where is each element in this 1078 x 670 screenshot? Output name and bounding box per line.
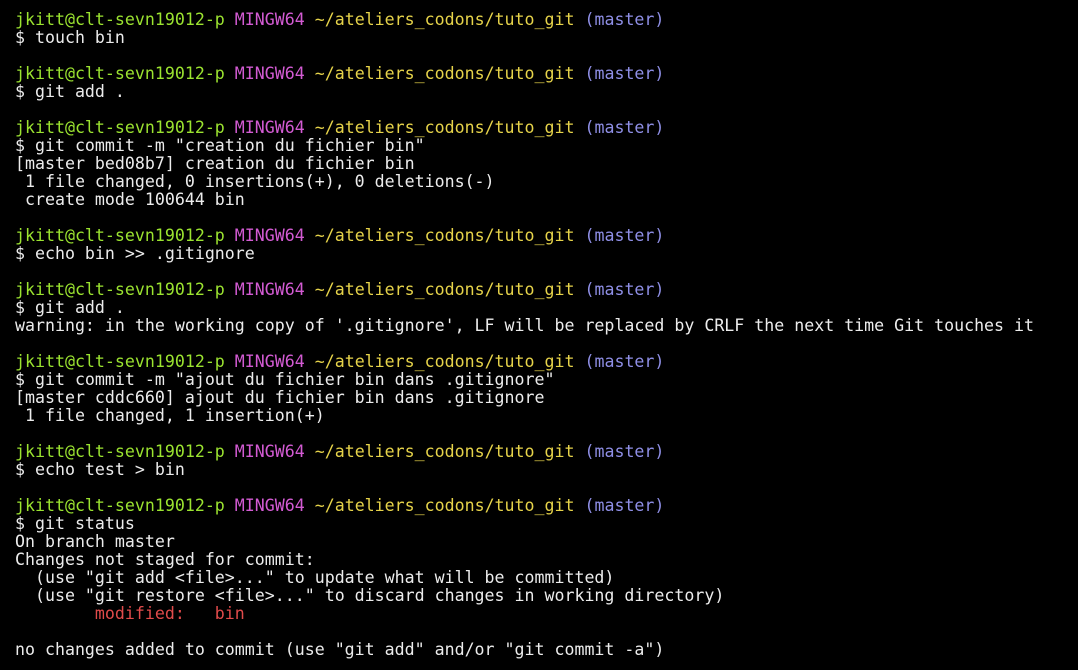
prompt-line: jkitt@clt-sevn19012-p MINGW64 ~/ateliers… (15, 227, 1078, 245)
prompt-branch: (master) (584, 280, 665, 299)
prompt-system: MINGW64 (234, 64, 305, 83)
prompt-line: jkitt@clt-sevn19012-p MINGW64 ~/ateliers… (15, 497, 1078, 515)
output-line: 1 file changed, 0 insertions(+), 0 delet… (15, 173, 1078, 191)
output-text: (use "git add <file>..." to update what … (15, 568, 615, 587)
prompt-system: MINGW64 (234, 10, 305, 29)
output-line: warning: in the working copy of '.gitign… (15, 317, 1078, 335)
prompt-user-host: jkitt@clt-sevn19012-p (15, 10, 225, 29)
prompt-system: MINGW64 (234, 352, 305, 371)
command-line: $ git commit -m "creation du fichier bin… (15, 137, 1078, 155)
prompt-system: MINGW64 (234, 442, 305, 461)
output-line: Changes not staged for commit: (15, 551, 1078, 569)
output-line: modified: bin (15, 605, 1078, 623)
command-text: $ git add . (15, 82, 125, 101)
prompt-path: ~/ateliers_codons/tuto_git (314, 352, 575, 371)
command-line: $ git commit -m "ajout du fichier bin da… (15, 371, 1078, 389)
output-text: 1 file changed, 0 insertions(+), 0 delet… (15, 172, 495, 191)
output-text: create mode 100644 bin (15, 190, 245, 209)
command-text: $ git add . (15, 298, 125, 317)
prompt-line: jkitt@clt-sevn19012-p MINGW64 ~/ateliers… (15, 353, 1078, 371)
prompt-line: jkitt@clt-sevn19012-p MINGW64 ~/ateliers… (15, 65, 1078, 83)
prompt-user-host: jkitt@clt-sevn19012-p (15, 352, 225, 371)
output-text: no changes added to commit (use "git add… (15, 640, 665, 659)
prompt-line: jkitt@clt-sevn19012-p MINGW64 ~/ateliers… (15, 443, 1078, 461)
prompt-line: jkitt@clt-sevn19012-p MINGW64 ~/ateliers… (15, 11, 1078, 29)
prompt-user-host: jkitt@clt-sevn19012-p (15, 226, 225, 245)
output-line: (use "git add <file>..." to update what … (15, 569, 1078, 587)
output-line: no changes added to commit (use "git add… (15, 641, 1078, 659)
prompt-branch: (master) (584, 496, 665, 515)
prompt-path: ~/ateliers_codons/tuto_git (314, 496, 575, 515)
prompt-path: ~/ateliers_codons/tuto_git (314, 64, 575, 83)
prompt-path: ~/ateliers_codons/tuto_git (314, 10, 575, 29)
prompt-system: MINGW64 (234, 496, 305, 515)
prompt-user-host: jkitt@clt-sevn19012-p (15, 118, 225, 137)
prompt-system: MINGW64 (234, 280, 305, 299)
command-text: $ echo bin >> .gitignore (15, 244, 255, 263)
output-line: (use "git restore <file>..." to discard … (15, 587, 1078, 605)
terminal-window[interactable]: jkitt@clt-sevn19012-p MINGW64 ~/ateliers… (0, 0, 1078, 670)
command-line: $ git add . (15, 299, 1078, 317)
prompt-system: MINGW64 (234, 118, 305, 137)
output-line: create mode 100644 bin (15, 191, 1078, 209)
prompt-system: MINGW64 (234, 226, 305, 245)
output-line: [master cddc660] ajout du fichier bin da… (15, 389, 1078, 407)
command-text: $ git commit -m "creation du fichier bin… (15, 136, 425, 155)
output-text: Changes not staged for commit: (15, 550, 315, 569)
prompt-user-host: jkitt@clt-sevn19012-p (15, 496, 225, 515)
output-line: 1 file changed, 1 insertion(+) (15, 407, 1078, 425)
prompt-path: ~/ateliers_codons/tuto_git (314, 442, 575, 461)
prompt-branch: (master) (584, 442, 665, 461)
modified-file: modified: bin (15, 604, 245, 623)
command-line: $ git status (15, 515, 1078, 533)
prompt-branch: (master) (584, 352, 665, 371)
prompt-branch: (master) (584, 10, 665, 29)
prompt-user-host: jkitt@clt-sevn19012-p (15, 442, 225, 461)
command-text: $ echo test > bin (15, 460, 185, 479)
output-text: [master bed08b7] creation du fichier bin (15, 154, 415, 173)
output-line: On branch master (15, 533, 1078, 551)
output-text: 1 file changed, 1 insertion(+) (15, 406, 325, 425)
prompt-branch: (master) (584, 64, 665, 83)
command-text: $ touch bin (15, 28, 125, 47)
command-line: $ echo test > bin (15, 461, 1078, 479)
prompt-user-host: jkitt@clt-sevn19012-p (15, 280, 225, 299)
prompt-path: ~/ateliers_codons/tuto_git (314, 226, 575, 245)
output-text: warning: in the working copy of '.gitign… (15, 316, 1035, 335)
command-line: $ echo bin >> .gitignore (15, 245, 1078, 263)
command-text: $ git commit -m "ajout du fichier bin da… (15, 370, 555, 389)
command-line: $ git add . (15, 83, 1078, 101)
command-line: $ touch bin (15, 29, 1078, 47)
prompt-branch: (master) (584, 118, 665, 137)
output-text: On branch master (15, 532, 175, 551)
prompt-path: ~/ateliers_codons/tuto_git (314, 280, 575, 299)
prompt-path: ~/ateliers_codons/tuto_git (314, 118, 575, 137)
output-line: [master bed08b7] creation du fichier bin (15, 155, 1078, 173)
output-text: [master cddc660] ajout du fichier bin da… (15, 388, 545, 407)
prompt-user-host: jkitt@clt-sevn19012-p (15, 64, 225, 83)
prompt-line: jkitt@clt-sevn19012-p MINGW64 ~/ateliers… (15, 119, 1078, 137)
command-text: $ git status (15, 514, 135, 533)
prompt-line: jkitt@clt-sevn19012-p MINGW64 ~/ateliers… (15, 281, 1078, 299)
prompt-branch: (master) (584, 226, 665, 245)
output-text: (use "git restore <file>..." to discard … (15, 586, 725, 605)
